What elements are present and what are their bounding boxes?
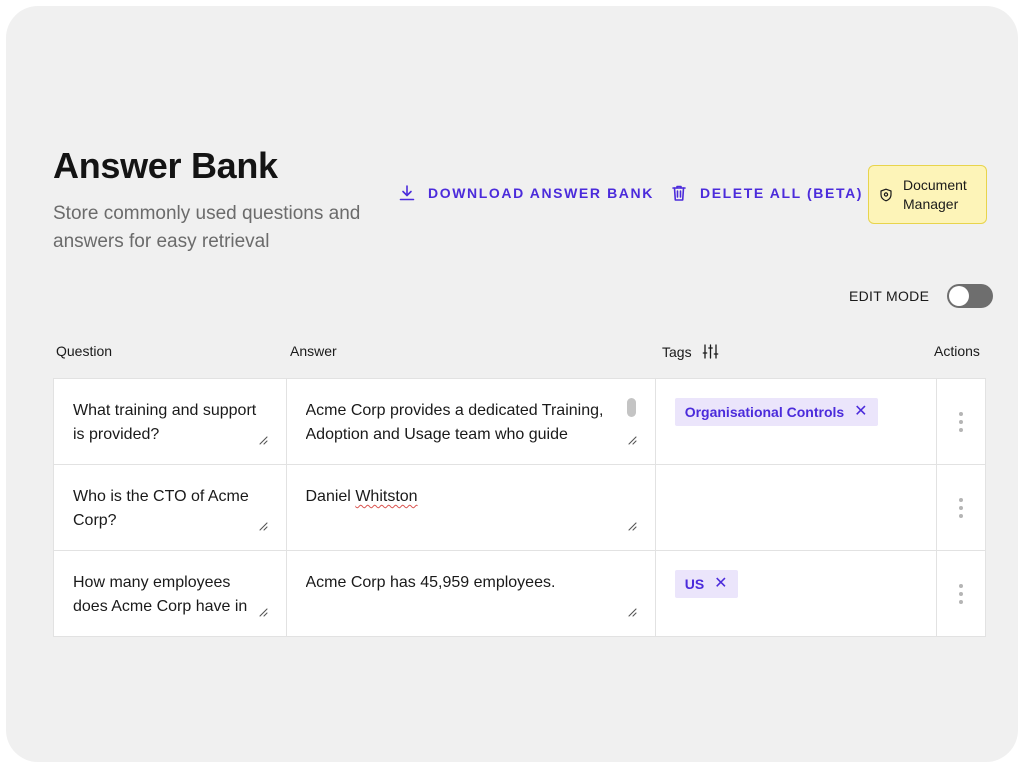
column-header-answer: Answer: [290, 343, 337, 359]
column-header-answer-label: Answer: [290, 343, 337, 359]
actions-cell: [937, 379, 985, 464]
edit-mode-label: EDIT MODE: [849, 288, 930, 304]
answer-text[interactable]: Acme Corp provides a dedicated Training,…: [306, 399, 615, 447]
answer-cell[interactable]: Acme Corp provides a dedicated Training,…: [287, 379, 656, 464]
resize-handle-icon[interactable]: [258, 522, 268, 531]
resize-handle-icon[interactable]: [258, 608, 268, 617]
toggle-knob: [949, 286, 970, 306]
table-row: How many employees does Acme Corp have i…: [54, 551, 985, 636]
answer-bank-panel: Answer Bank Store commonly used question…: [6, 6, 1018, 762]
table-row: Who is the CTO of Acme Corp? Daniel Whit…: [54, 465, 985, 551]
tags-cell[interactable]: [656, 465, 938, 550]
question-text[interactable]: What training and support is provided?: [73, 399, 266, 447]
column-header-actions: Actions: [934, 343, 980, 359]
question-text[interactable]: How many employees does Acme Corp have i…: [73, 571, 266, 619]
edit-mode-control: EDIT MODE: [849, 284, 994, 308]
tag-chip: Organisational Controls ✕: [674, 398, 878, 426]
question-cell[interactable]: Who is the CTO of Acme Corp?: [54, 465, 287, 550]
tag-chip: US ✕: [674, 570, 738, 598]
kebab-menu-icon[interactable]: [959, 584, 964, 604]
document-manager-button[interactable]: Document Manager: [868, 165, 987, 224]
close-icon[interactable]: ✕: [854, 404, 867, 420]
question-cell[interactable]: What training and support is provided?: [54, 379, 287, 464]
download-answer-bank-label: DOWNLOAD ANSWER BANK: [428, 185, 654, 201]
tag-label: Organisational Controls: [684, 404, 845, 420]
actions-cell: [937, 465, 985, 550]
tags-cell[interactable]: US ✕: [656, 551, 938, 636]
shield-icon: [880, 188, 892, 201]
column-header-question: Question: [56, 343, 112, 359]
trash-icon: [672, 185, 686, 201]
question-text[interactable]: Who is the CTO of Acme Corp?: [73, 485, 266, 533]
tags-cell[interactable]: Organisational Controls ✕: [656, 379, 938, 464]
table-row: What training and support is provided? A…: [54, 379, 985, 465]
sliders-icon[interactable]: [702, 343, 719, 360]
download-answer-bank-button[interactable]: DOWNLOAD ANSWER BANK: [398, 184, 654, 202]
answer-text[interactable]: Daniel Whitston: [306, 485, 635, 509]
column-header-tags: Tags: [662, 343, 719, 360]
scrollbar-thumb[interactable]: [626, 398, 636, 417]
spellcheck-flagged-word: Whitston: [355, 488, 418, 505]
page-header: Answer Bank Store commonly used question…: [53, 146, 373, 256]
column-header-actions-label: Actions: [934, 343, 980, 359]
answer-text[interactable]: Acme Corp has 45,959 employees.: [306, 571, 635, 595]
resize-handle-icon[interactable]: [628, 522, 637, 531]
answer-cell[interactable]: Daniel Whitston: [287, 465, 656, 550]
resize-handle-icon[interactable]: [628, 608, 637, 617]
page-subtitle: Store commonly used questions and answer…: [53, 203, 361, 252]
answer-text-part: Daniel: [305, 488, 351, 505]
question-cell[interactable]: How many employees does Acme Corp have i…: [54, 551, 287, 636]
edit-mode-toggle[interactable]: [947, 284, 994, 308]
column-header-tags-label: Tags: [662, 343, 692, 360]
resize-handle-icon[interactable]: [258, 436, 268, 445]
column-header-question-label: Question: [56, 343, 113, 359]
close-icon[interactable]: ✕: [714, 576, 727, 592]
answer-cell[interactable]: Acme Corp has 45,959 employees.: [287, 551, 656, 636]
tag-label: US: [684, 576, 705, 592]
delete-all-label: DELETE ALL (BETA): [700, 185, 864, 201]
delete-all-button[interactable]: DELETE ALL (BETA): [670, 184, 863, 202]
kebab-menu-icon[interactable]: [959, 412, 964, 432]
page-title: Answer Bank: [53, 145, 278, 186]
document-manager-label: Document Manager: [903, 176, 967, 212]
actions-cell: [937, 551, 985, 636]
kebab-menu-icon[interactable]: [959, 498, 964, 518]
resize-handle-icon[interactable]: [628, 436, 637, 445]
download-icon: [399, 185, 415, 201]
answer-table: What training and support is provided? A…: [53, 378, 986, 637]
